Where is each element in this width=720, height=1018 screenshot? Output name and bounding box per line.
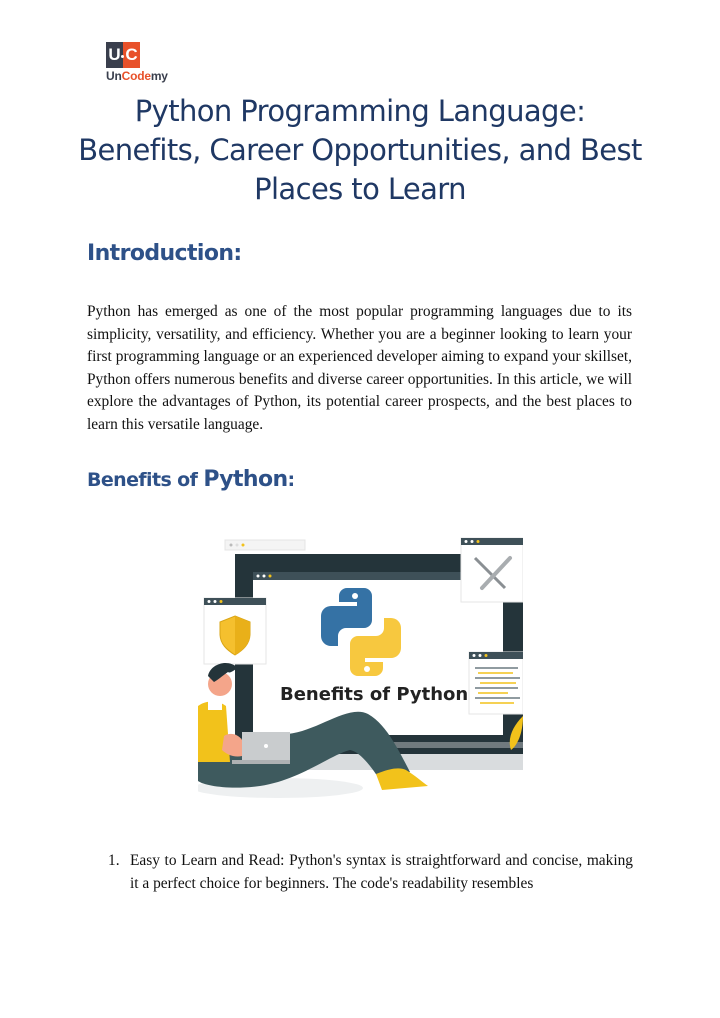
- document-title: Python Programming Language: Benefits, C…: [78, 94, 642, 206]
- benefits-heading: Benefits of Python:: [87, 467, 295, 492]
- logo-wordmark-part1: Un: [106, 69, 122, 83]
- benefits-heading-part3: :: [287, 469, 296, 491]
- introduction-paragraph: Python has emerged as one of the most po…: [87, 303, 632, 433]
- introduction-heading: Introduction:: [87, 241, 242, 266]
- tools-window: [460, 537, 523, 603]
- benefits-illustration-svg: Benefits of Python: [198, 537, 523, 798]
- logo-mark: U C: [106, 42, 140, 68]
- list-item-number: 1.: [108, 852, 120, 869]
- benefits-heading-part1: Benefits of: [87, 469, 204, 491]
- illustration-caption: Benefits of Python: [280, 684, 468, 705]
- logo-wordmark-part3: my: [150, 69, 168, 83]
- logo-mark-dot: [121, 55, 124, 58]
- code-window: [468, 651, 523, 715]
- logo-wordmark-part2: Code: [121, 69, 151, 83]
- small-window-top-left: [224, 539, 306, 551]
- list-item-text: Easy to Learn and Read: Python's syntax …: [130, 852, 633, 892]
- benefits-illustration: Benefits of Python: [198, 536, 523, 804]
- logo-wordmark: UnCodemy: [106, 69, 168, 83]
- uncodemy-logo: U C UnCodemy: [106, 42, 168, 92]
- benefits-heading-part2: Python: [203, 467, 288, 492]
- logo-mark-right: C: [123, 42, 140, 68]
- shield-window: [203, 597, 267, 665]
- document-page: U C UnCodemy Python Programming Language…: [0, 0, 720, 1018]
- shoe: [376, 768, 428, 790]
